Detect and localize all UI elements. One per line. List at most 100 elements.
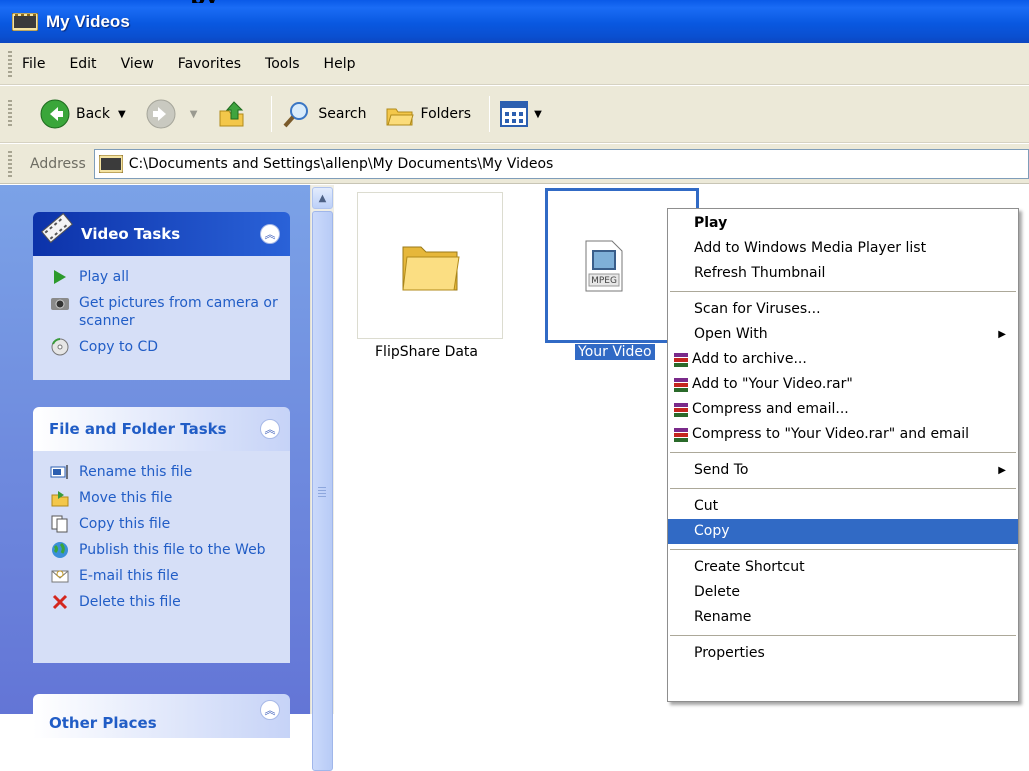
menu-item-add-wmp[interactable]: Add to Windows Media Player list [668,236,1018,261]
menu-item-rename[interactable]: Rename [668,605,1018,630]
file-folder-tasks-header[interactable]: File and Folder Tasks ︽ [33,407,290,451]
task-rename-file[interactable]: Rename this file [49,463,280,481]
task-publish-web[interactable]: Publish this file to the Web [49,541,280,559]
submenu-arrow-icon: ▶ [998,465,1006,476]
task-label: Copy this file [79,516,171,532]
menu-bar: File Edit View Favorites Tools Help [0,43,1029,85]
search-label: Search [318,106,367,122]
search-button[interactable]: Search [282,99,367,129]
film-reel-icon [41,212,73,244]
menu-bar-grip [8,51,12,77]
address-label: Address [30,155,86,172]
other-places-title: Other Places [49,714,157,732]
back-button[interactable]: Back ▼ [40,99,138,129]
add-rar-label: Add to "Your Video.rar" [692,376,853,392]
back-dropdown-icon[interactable]: ▼ [118,109,126,120]
cd-icon [49,338,71,356]
menu-item-create-shortcut[interactable]: Create Shortcut [668,555,1018,580]
forward-button[interactable]: ▼ [146,99,210,129]
task-move-file[interactable]: Move this file [49,489,280,507]
menu-item-open-with[interactable]: Open With ▶ [668,322,1018,347]
task-label: Publish this file to the Web [79,542,266,558]
menu-item-send-to[interactable]: Send To ▶ [668,458,1018,483]
folders-button[interactable]: Folders [385,99,471,129]
task-label: Get pictures from camera or scanner [79,295,278,329]
menu-item-add-archive[interactable]: Add to archive... [668,347,1018,372]
menu-separator [670,488,1016,489]
menu-item-scan-viruses[interactable]: Scan for Viruses... [668,297,1018,322]
folder-thumbnail[interactable] [357,192,503,339]
menu-separator [670,635,1016,636]
menu-item-copy[interactable]: Copy [668,519,1018,544]
menu-item-refresh-thumbnail[interactable]: Refresh Thumbnail [668,261,1018,286]
winrar-icon [674,377,688,392]
address-field[interactable]: C:\Documents and Settings\allenp\My Docu… [93,148,1029,179]
task-pane-scrollbar[interactable]: ▲ [310,185,334,771]
window-title: My Videos [46,11,130,31]
menu-tools[interactable]: Tools [265,56,300,72]
views-button[interactable]: ▼ [500,101,542,127]
up-folder-icon [219,101,244,127]
menu-item-cut[interactable]: Cut [668,494,1018,519]
menu-help[interactable]: Help [324,56,356,72]
toolbar-separator [271,96,273,132]
menu-item-compress-email[interactable]: Compress and email... [668,397,1018,422]
file-folder-tasks-body: Rename this file Move this file Copy thi… [33,451,290,663]
back-label: Back [76,106,110,122]
cut-off-heading-fragment: py [190,0,218,3]
menu-view[interactable]: View [121,56,154,72]
play-icon [49,268,71,286]
toolbar-grip [8,100,12,126]
forward-arrow-icon [146,99,176,129]
mpeg-file-icon: MPEG [585,240,623,291]
folder-icon [402,246,460,290]
send-to-label: Send To [694,462,749,478]
copy-file-icon [49,515,71,533]
menu-item-properties[interactable]: Properties [668,641,1018,666]
toolbar: Back ▼ ▼ Search Folders ▼ [0,86,1029,143]
collapse-chevron-icon[interactable]: ︽ [260,224,280,244]
other-places-header[interactable]: Other Places ︽ [33,694,290,738]
task-label: Delete this file [79,594,181,610]
video-tasks-title: Video Tasks [81,225,181,243]
collapse-chevron-icon[interactable]: ︽ [260,700,280,720]
winrar-icon [674,352,688,367]
up-folder-button[interactable] [217,99,253,129]
submenu-arrow-icon: ▶ [998,329,1006,340]
globe-icon [49,541,71,559]
compress-email-label: Compress and email... [692,401,849,417]
delete-x-icon [49,593,71,611]
collapse-chevron-icon[interactable]: ︽ [260,419,280,439]
search-icon [283,102,309,128]
my-videos-folder-icon [98,154,123,173]
task-delete-file[interactable]: Delete this file [49,593,280,611]
video-file-name[interactable]: Your Video [575,344,655,360]
forward-dropdown-icon[interactable]: ▼ [190,109,198,120]
menu-item-delete[interactable]: Delete [668,580,1018,605]
email-icon [49,567,71,585]
task-label: E-mail this file [79,568,179,584]
file-folder-tasks-title: File and Folder Tasks [49,420,227,438]
address-path: C:\Documents and Settings\allenp\My Docu… [128,155,554,172]
scroll-up-button[interactable]: ▲ [312,187,333,209]
task-email-file[interactable]: E-mail this file [49,567,280,585]
task-copy-file[interactable]: Copy this file [49,515,280,533]
menu-favorites[interactable]: Favorites [178,56,241,72]
folder-name[interactable]: FlipShare Data [375,344,478,360]
task-copy-to-cd[interactable]: Copy to CD [49,338,280,356]
scroll-thumb-grip [318,487,326,497]
menu-file[interactable]: File [22,56,45,72]
task-get-pictures[interactable]: Get pictures from camera or scanner [49,294,280,330]
menu-item-compress-rar-email[interactable]: Compress to "Your Video.rar" and email [668,422,1018,447]
views-dropdown-icon[interactable]: ▼ [534,109,542,120]
menu-item-add-rar[interactable]: Add to "Your Video.rar" [668,372,1018,397]
video-tasks-header[interactable]: Video Tasks ︽ [33,212,290,256]
back-arrow-icon [40,99,70,129]
address-bar: Address C:\Documents and Settings\allenp… [0,144,1029,184]
task-label: Play all [79,269,130,285]
menu-edit[interactable]: Edit [69,56,96,72]
task-play-all[interactable]: Play all [49,268,280,286]
folders-icon [386,108,414,126]
add-archive-label: Add to archive... [692,351,807,367]
menu-item-play[interactable]: Play [668,211,1018,236]
